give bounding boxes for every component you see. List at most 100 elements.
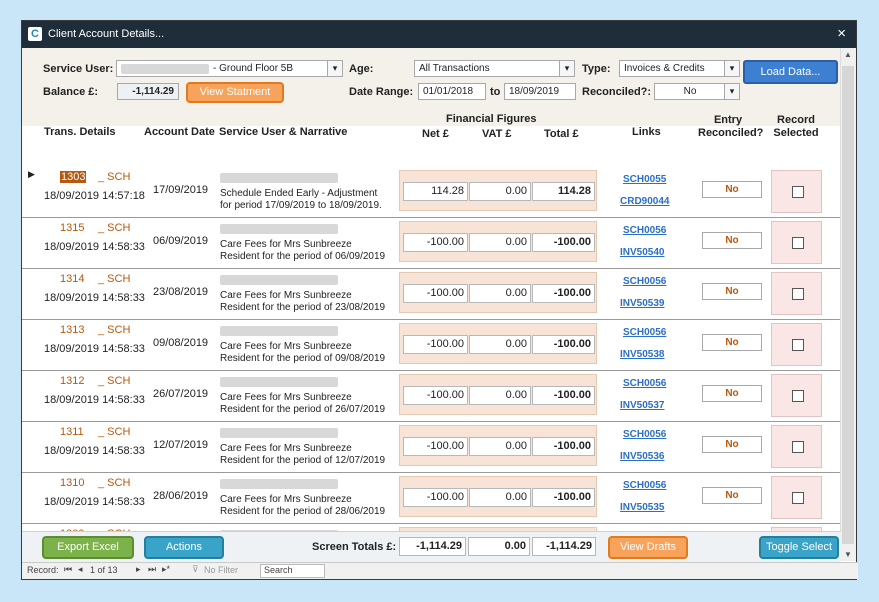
trans-id[interactable]: 1303 (60, 171, 87, 183)
vertical-scrollbar[interactable]: ▲ ▼ (840, 48, 856, 561)
entry-reconciled-field[interactable]: No (702, 334, 762, 351)
entry-reconciled-field[interactable]: No (702, 283, 762, 300)
record-select-checkbox[interactable] (792, 288, 804, 300)
total-field: -100.00 (532, 335, 595, 354)
vat-field[interactable]: 0.00 (469, 233, 531, 252)
trans-id[interactable]: 1314 (60, 273, 84, 285)
invoice-link[interactable]: INV50538 (620, 349, 664, 360)
narrative-line-2: Resident for the period of 06/09/2019 (220, 251, 386, 262)
chevron-down-icon[interactable]: ▾ (724, 84, 739, 99)
table-row[interactable]: 1313 _ SCH 18/09/2019 14:58:33 09/08/2019 Ca… (22, 320, 841, 371)
total-net-value: -1,114.29 (399, 537, 466, 556)
no-filter-label[interactable]: No Filter (204, 565, 238, 575)
record-select-checkbox[interactable] (792, 186, 804, 198)
narrative-line-1: Care Fees for Mrs Sunbreeze (220, 443, 352, 454)
trans-code: _ SCH (98, 477, 131, 489)
schedule-link[interactable]: SCH0056 (623, 480, 666, 491)
schedule-link[interactable]: SCH0056 (623, 327, 666, 338)
invoice-link[interactable]: INV50536 (620, 451, 664, 462)
schedule-link[interactable]: SCH0056 (623, 276, 666, 287)
title-bar: C Client Account Details... × (22, 21, 856, 48)
table-row[interactable]: 1315 _ SCH 18/09/2019 14:58:33 06/09/2019 Ca… (22, 218, 841, 269)
new-record-icon[interactable]: ▸* (162, 564, 170, 575)
record-select-checkbox[interactable] (792, 237, 804, 249)
vat-field[interactable]: 0.00 (469, 182, 531, 201)
vat-field[interactable]: 0.00 (469, 284, 531, 303)
record-position[interactable]: 1 of 13 (90, 565, 118, 575)
trans-id[interactable]: 1315 (60, 222, 84, 234)
vat-field[interactable]: 0.00 (469, 335, 531, 354)
chevron-down-icon[interactable]: ▾ (724, 61, 739, 76)
trans-datetime: 18/09/2019 14:57:18 (44, 190, 145, 202)
net-field[interactable]: -100.00 (403, 335, 468, 354)
entry-reconciled-field[interactable]: No (702, 232, 762, 249)
invoice-link[interactable]: INV50540 (620, 247, 664, 258)
net-field[interactable]: -100.00 (403, 233, 468, 252)
record-selected-cell (771, 476, 822, 519)
first-record-icon[interactable]: ⏮ (64, 564, 72, 575)
redacted-name (121, 64, 209, 74)
view-statement-button[interactable]: View Statment (186, 82, 284, 103)
total-field: -100.00 (532, 488, 595, 507)
trans-id[interactable]: 1312 (60, 375, 84, 387)
schedule-link[interactable]: SCH0055 (623, 174, 666, 185)
trans-id[interactable]: 1311 (60, 426, 84, 438)
date-to-input[interactable]: 18/09/2019 (504, 83, 576, 100)
table-row[interactable]: 1311 _ SCH 18/09/2019 14:58:33 12/07/2019 Ca… (22, 422, 841, 473)
view-drafts-button[interactable]: View Drafts (608, 536, 688, 559)
table-row[interactable]: 1312 _ SCH 18/09/2019 14:58:33 26/07/2019 Ca… (22, 371, 841, 422)
trans-code: _ SCH (98, 375, 131, 387)
table-row[interactable]: 1314 _ SCH 18/09/2019 14:58:33 23/08/2019 Ca… (22, 269, 841, 320)
record-select-checkbox[interactable] (792, 390, 804, 402)
invoice-link[interactable]: INV50535 (620, 502, 664, 513)
actions-button[interactable]: Actions (144, 536, 224, 559)
toggle-select-button[interactable]: Toggle Select (759, 536, 839, 559)
schedule-link[interactable]: SCH0056 (623, 429, 666, 440)
invoice-link[interactable]: INV50537 (620, 400, 664, 411)
reconciled-select[interactable]: No ▾ (654, 83, 740, 100)
vat-field[interactable]: 0.00 (469, 437, 531, 456)
prev-record-icon[interactable]: ◂ (78, 564, 83, 575)
trans-id[interactable]: 1313 (60, 324, 84, 336)
date-from-input[interactable]: 01/01/2018 (418, 83, 486, 100)
scroll-up-icon[interactable]: ▲ (844, 50, 852, 59)
entry-reconciled-field[interactable]: No (702, 487, 762, 504)
export-excel-button[interactable]: Export Excel (42, 536, 134, 559)
type-select[interactable]: Invoices & Credits ▾ (619, 60, 740, 77)
age-select[interactable]: All Transactions ▾ (414, 60, 575, 77)
invoice-link[interactable]: CRD90044 (620, 196, 669, 207)
trans-code: _ SCH (98, 324, 131, 336)
net-field[interactable]: -100.00 (403, 386, 468, 405)
net-field[interactable]: -100.00 (403, 488, 468, 507)
scroll-down-icon[interactable]: ▼ (844, 550, 852, 559)
vat-field[interactable]: 0.00 (469, 386, 531, 405)
record-select-checkbox[interactable] (792, 339, 804, 351)
table-row[interactable]: 1310 _ SCH 18/09/2019 14:58:33 28/06/2019 Ca… (22, 473, 841, 524)
table-row[interactable]: ▶ 1303 _ SCH 18/09/2019 14:57:18 17/09/2019 S… (22, 167, 841, 218)
chevron-down-icon[interactable]: ▾ (559, 61, 574, 76)
net-field[interactable]: -100.00 (403, 284, 468, 303)
entry-reconciled-field[interactable]: No (702, 436, 762, 453)
narrative-line-2: Resident for the period of 23/08/2019 (220, 302, 386, 313)
schedule-link[interactable]: SCH0056 (623, 225, 666, 236)
schedule-link[interactable]: SCH0056 (623, 378, 666, 389)
last-record-icon[interactable]: ⏭ (148, 564, 156, 575)
reconciled-value: No (683, 86, 697, 97)
chevron-down-icon[interactable]: ▾ (327, 61, 342, 76)
record-select-checkbox[interactable] (792, 441, 804, 453)
load-data-button[interactable]: Load Data... (743, 60, 838, 84)
entry-reconciled-field[interactable]: No (702, 385, 762, 402)
net-field[interactable]: 114.28 (403, 182, 468, 201)
record-select-checkbox[interactable] (792, 492, 804, 504)
net-field[interactable]: -100.00 (403, 437, 468, 456)
vat-field[interactable]: 0.00 (469, 488, 531, 507)
trans-id[interactable]: 1310 (60, 477, 84, 489)
scrollbar-thumb[interactable] (842, 66, 854, 544)
close-icon[interactable]: × (837, 25, 846, 42)
bottom-toolbar: Export Excel Actions Screen Totals £: -1… (22, 531, 841, 562)
service-user-select[interactable]: - Ground Floor 5B ▾ (116, 60, 343, 77)
invoice-link[interactable]: INV50539 (620, 298, 664, 309)
search-box[interactable]: Search (260, 564, 325, 578)
next-record-icon[interactable]: ▸ (136, 564, 141, 575)
entry-reconciled-field[interactable]: No (702, 181, 762, 198)
